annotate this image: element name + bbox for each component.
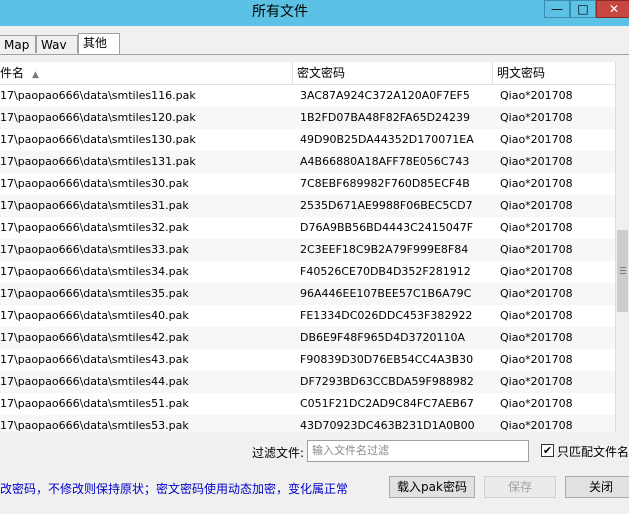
table-row[interactable]: 17\paopao666\data\smtiles116.pak 3AC87A92… <box>0 85 615 107</box>
cell-filename: 17\paopao666\data\smtiles51.pak <box>0 397 189 410</box>
window-title: 所有文件 <box>252 4 308 20</box>
cell-filename: 17\paopao666\data\smtiles43.pak <box>0 353 189 366</box>
vertical-scrollbar[interactable] <box>615 62 629 432</box>
save-button[interactable]: 保存 <box>484 476 556 498</box>
cell-plain: Qiao*201708 <box>500 89 573 102</box>
cell-plain: Qiao*201708 <box>500 155 573 168</box>
cell-filename: 17\paopao666\data\smtiles116.pak <box>0 89 196 102</box>
cell-plain: Qiao*201708 <box>500 331 573 344</box>
cell-plain: Qiao*201708 <box>500 265 573 278</box>
cell-filename: 17\paopao666\data\smtiles30.pak <box>0 177 189 190</box>
cell-plain: Qiao*201708 <box>500 221 573 234</box>
table-row[interactable]: 17\paopao666\data\smtiles130.pak 49D90B25… <box>0 129 615 151</box>
cell-filename: 17\paopao666\data\smtiles33.pak <box>0 243 189 256</box>
table-row[interactable]: 17\paopao666\data\smtiles120.pak 1B2FD07B… <box>0 107 615 129</box>
tab-other[interactable]: 其他 <box>78 33 120 54</box>
cell-plain: Qiao*201708 <box>500 243 573 256</box>
list-header: 件名 ▲ 密文密码 明文密码 <box>0 62 615 85</box>
table-row[interactable]: 17\paopao666\data\smtiles33.pak 2C3EEF18C… <box>0 239 615 261</box>
column-header-plain[interactable]: 明文密码 <box>493 62 615 84</box>
import-pak-password-button[interactable]: 载入pak密码 <box>389 476 475 498</box>
column-header-cipher[interactable]: 密文密码 <box>293 62 493 84</box>
cell-cipher: F40526CE70DB4D352F281912 <box>300 265 471 278</box>
cell-plain: Qiao*201708 <box>500 375 573 388</box>
cell-filename: 17\paopao666\data\smtiles40.pak <box>0 309 189 322</box>
table-row[interactable]: 17\paopao666\data\smtiles31.pak 2535D671A… <box>0 195 615 217</box>
cell-filename: 17\paopao666\data\smtiles34.pak <box>0 265 189 278</box>
table-row[interactable]: 17\paopao666\data\smtiles51.pak C051F21DC… <box>0 393 615 415</box>
cell-plain: Qiao*201708 <box>500 111 573 124</box>
tab-strip: Map Wav 其他 <box>0 26 629 55</box>
file-list: 件名 ▲ 密文密码 明文密码 17\paopao666\data\smtiles1… <box>0 62 615 432</box>
table-row[interactable]: 17\paopao666\data\smtiles42.pak DB6E9F48F… <box>0 327 615 349</box>
title-bar: 所有文件 — □ ✕ <box>0 0 629 26</box>
cell-filename: 17\paopao666\data\smtiles42.pak <box>0 331 189 344</box>
maximize-button[interactable]: □ <box>570 0 596 18</box>
table-row[interactable]: 17\paopao666\data\smtiles30.pak 7C8EBF689… <box>0 173 615 195</box>
table-row[interactable]: 17\paopao666\data\smtiles34.pak F40526CE7… <box>0 261 615 283</box>
cell-filename: 17\paopao666\data\smtiles44.pak <box>0 375 189 388</box>
cell-plain: Qiao*201708 <box>500 199 573 212</box>
cell-cipher: 1B2FD07BA48F82FA65D24239 <box>300 111 471 124</box>
close-window-button[interactable]: ✕ <box>596 0 629 18</box>
table-row[interactable]: 17\paopao666\data\smtiles43.pak F90839D30… <box>0 349 615 371</box>
cell-filename: 17\paopao666\data\smtiles130.pak <box>0 133 196 146</box>
cell-cipher: 43D70923DC463B231D1A0B00 <box>300 419 475 432</box>
cell-filename: 17\paopao666\data\smtiles35.pak <box>0 287 189 300</box>
table-row[interactable]: 17\paopao666\data\smtiles44.pak DF7293BD6… <box>0 371 615 393</box>
table-row[interactable]: 17\paopao666\data\smtiles35.pak 96A446EE1… <box>0 283 615 305</box>
cell-cipher: 7C8EBF689982F760D85ECF4B <box>300 177 470 190</box>
filter-label: 过滤文件: <box>252 446 305 460</box>
minimize-button[interactable]: — <box>544 0 570 18</box>
column-header-filename[interactable]: 件名 ▲ <box>0 62 293 84</box>
info-text: 改密码，不修改则保持原状；密文密码使用动态加密，变化属正常 <box>0 482 349 496</box>
cell-filename: 17\paopao666\data\smtiles32.pak <box>0 221 189 234</box>
tab-wav[interactable]: Wav <box>36 35 78 53</box>
cell-cipher: F90839D30D76EB54CC4A3B30 <box>300 353 474 366</box>
cell-filename: 17\paopao666\data\smtiles31.pak <box>0 199 189 212</box>
cell-cipher: FE1334DC026DDC453F382922 <box>300 309 473 322</box>
table-row[interactable]: 17\paopao666\data\smtiles40.pak FE1334DC0… <box>0 305 615 327</box>
cell-cipher: DF7293BD63CCBDA59F988982 <box>300 375 474 388</box>
cell-cipher: 3AC87A924C372A120A0F7EF5 <box>300 89 470 102</box>
filter-input[interactable]: 输入文件名过滤 <box>307 440 529 462</box>
cell-plain: Qiao*201708 <box>500 287 573 300</box>
cell-cipher: A4B66880A18AFF78E056C743 <box>300 155 470 168</box>
sort-ascending-icon: ▲ <box>32 70 39 80</box>
tab-map[interactable]: Map <box>0 35 36 53</box>
scrollbar-thumb[interactable] <box>617 230 628 312</box>
cell-cipher: 96A446EE107BEE57C1B6A79C <box>300 287 472 300</box>
cell-cipher: 2C3EEF18C9B2A79F999E8F84 <box>300 243 469 256</box>
cell-plain: Qiao*201708 <box>500 309 573 322</box>
table-row[interactable]: 17\paopao666\data\smtiles53.pak 43D70923D… <box>0 415 615 432</box>
cell-plain: Qiao*201708 <box>500 419 573 432</box>
cell-plain: Qiao*201708 <box>500 133 573 146</box>
table-row[interactable]: 17\paopao666\data\smtiles32.pak D76A9BB56… <box>0 217 615 239</box>
table-row[interactable]: 17\paopao666\data\smtiles131.pak A4B66880… <box>0 151 615 173</box>
cell-cipher: DB6E9F48F965D4D3720110A <box>300 331 466 344</box>
cell-plain: Qiao*201708 <box>500 353 573 366</box>
cell-cipher: D76A9BB56BD4443C2415047F <box>300 221 474 234</box>
match-filename-label: 只匹配文件名 <box>557 445 629 459</box>
cell-cipher: 49D90B25DA44352D170071EA <box>300 133 474 146</box>
cell-cipher: C051F21DC2AD9C84FC7AEB67 <box>300 397 474 410</box>
column-header-filename-label: 件名 <box>0 66 25 80</box>
match-filename-checkbox[interactable]: ✔ <box>541 444 554 457</box>
cell-filename: 17\paopao666\data\smtiles120.pak <box>0 111 196 124</box>
close-button[interactable]: 关闭 <box>565 476 629 498</box>
cell-cipher: 2535D671AE9988F06BEC5CD7 <box>300 199 473 212</box>
cell-filename: 17\paopao666\data\smtiles131.pak <box>0 155 196 168</box>
cell-filename: 17\paopao666\data\smtiles53.pak <box>0 419 189 432</box>
cell-plain: Qiao*201708 <box>500 397 573 410</box>
cell-plain: Qiao*201708 <box>500 177 573 190</box>
